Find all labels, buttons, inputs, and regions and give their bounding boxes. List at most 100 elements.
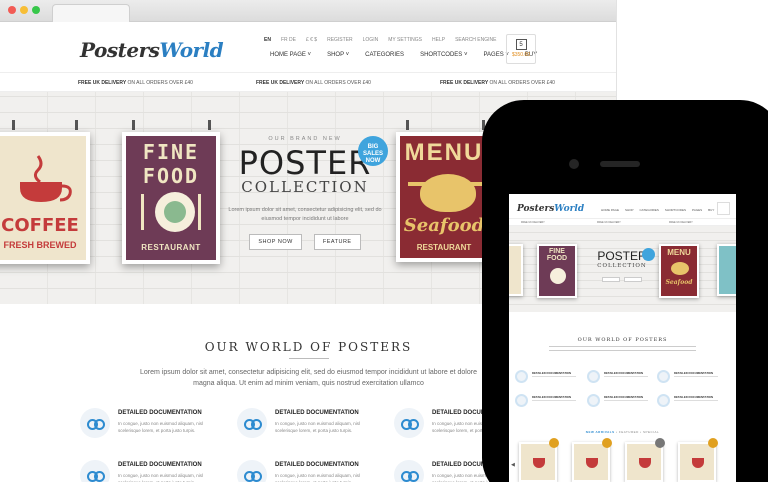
- knife-icon: [198, 194, 201, 230]
- feature-item: DETAILED DOCUMENTATION In congue, justo …: [80, 408, 230, 452]
- feature-item: DETAILED DOCUMENTATION In congue, justo …: [237, 408, 387, 452]
- mobile-feature-title[interactable]: DETAILED DOCUMENTATION: [532, 371, 571, 375]
- phone-screen: PostersWorld HOME PAGE SHOP CATEGORIES S…: [509, 194, 736, 482]
- infinity-icon: [657, 394, 670, 407]
- delivery-notice-3: FREE UK DELIVERY ON ALL ORDERS OVER £40: [440, 80, 555, 86]
- feature-title[interactable]: DETAILED DOCUMENTATION: [275, 410, 359, 416]
- mobile-product-card[interactable]: [625, 442, 663, 482]
- mobile-feature-item: DETAILED DOCUMENTATION: [587, 370, 657, 386]
- mobile-poster-coffee[interactable]: [509, 244, 523, 296]
- help-link[interactable]: HELP: [432, 37, 445, 43]
- delivery-notice-1: FREE UK DELIVERY ON ALL ORDERS OVER £40: [78, 80, 193, 86]
- my-settings-link[interactable]: MY SETTINGS: [388, 37, 422, 43]
- speaker-grille: [600, 161, 640, 167]
- sale-badge[interactable]: BIG SALES NOW: [358, 136, 388, 166]
- poster-clip-icon: [132, 120, 135, 130]
- site-logo[interactable]: PostersWorld: [80, 38, 224, 62]
- poster-coffee-title: COFFEE: [1, 215, 79, 236]
- mobile-hero-banner: FINE FOOD POSTER COLLECTION MENU Seafood: [509, 226, 736, 312]
- poster-food-title: FINE FOOD: [142, 140, 200, 188]
- poster-menu-subtitle: RESTAURANT: [416, 243, 472, 252]
- mobile-feature-title[interactable]: DETAILED DOCUMENTATION: [674, 371, 713, 375]
- mobile-feature-item: DETAILED DOCUMENTATION: [515, 394, 585, 410]
- mobile-navigation: HOME PAGE SHOP CATEGORIES SHORTCODES PAG…: [601, 208, 714, 212]
- mobile-poster-food-title: FINE FOOD: [546, 248, 568, 262]
- language-alternatives[interactable]: FR DE: [281, 37, 296, 43]
- minimize-window-icon[interactable]: [20, 6, 28, 14]
- coffee-cup-icon: [20, 155, 72, 202]
- mobile-cart-button[interactable]: [717, 202, 730, 215]
- mobile-feature-title[interactable]: DETAILED DOCUMENTATION: [674, 395, 713, 399]
- cart-button[interactable]: 5 $350.00: [506, 34, 536, 64]
- carousel-prev-arrow-icon[interactable]: ◀: [511, 462, 515, 468]
- close-window-icon[interactable]: [8, 6, 16, 14]
- crab-icon: [408, 174, 488, 212]
- mobile-poster-seafood-menu[interactable]: MENU Seafood: [659, 244, 699, 298]
- mobile-feature-title[interactable]: DETAILED DOCUMENTATION: [604, 371, 643, 375]
- poster-coffee-subtitle: FRESH BREWED: [3, 240, 77, 250]
- poster-seafood-menu[interactable]: MENU Seafood RESTAURANT: [396, 132, 492, 262]
- feature-item: DETAILED DOCUMENTATION In congue, justo …: [237, 460, 387, 482]
- feature-title[interactable]: DETAILED DOCUMENTATION: [118, 462, 202, 468]
- section-description: Lorem ipsum dolor sit amet, consectetur …: [140, 369, 477, 387]
- mobile-delivery-strip: FREE UK DELIVERY FREE UK DELIVERY FREE U…: [509, 218, 736, 226]
- infinity-icon: [515, 370, 528, 383]
- infinity-icon: [587, 394, 600, 407]
- currency-switcher[interactable]: £ € $: [306, 37, 317, 43]
- mobile-feature-line: [674, 376, 718, 377]
- feature-title[interactable]: DETAILED DOCUMENTATION: [118, 410, 202, 416]
- mobile-product-tabs[interactable]: NEW ARRIVALS • FEATURED • SPECIAL: [509, 430, 736, 434]
- mobile-logo[interactable]: PostersWorld: [517, 204, 584, 214]
- crab-icon: [671, 262, 689, 275]
- mobile-product-card[interactable]: [572, 442, 610, 482]
- mobile-shop-now-button[interactable]: [602, 277, 620, 282]
- infinity-icon: [515, 394, 528, 407]
- nav-item-shortcodes[interactable]: SHORTCODES ˅: [420, 52, 467, 58]
- mobile-product-card[interactable]: [678, 442, 716, 482]
- mobile-product-card[interactable]: [519, 442, 557, 482]
- poster-fine-food[interactable]: FINE FOOD RESTAURANT: [122, 132, 220, 264]
- maximize-window-icon[interactable]: [32, 6, 40, 14]
- mobile-product-price-badge: [655, 438, 665, 448]
- delivery-strip: FREE UK DELIVERY ON ALL ORDERS OVER £40 …: [0, 72, 616, 92]
- mobile-nav-categories[interactable]: CATEGORIES: [639, 208, 658, 212]
- nav-item-categories[interactable]: CATEGORIES: [365, 52, 404, 58]
- mobile-delivery-notice: FREE UK DELIVERY: [597, 221, 621, 224]
- browser-tab[interactable]: [52, 4, 130, 22]
- mobile-nav-home[interactable]: HOME PAGE: [601, 208, 619, 212]
- section-divider: [289, 358, 329, 359]
- mobile-nav-buy[interactable]: BUY: [708, 208, 714, 212]
- infinity-icon: [80, 460, 110, 482]
- nav-item-home[interactable]: HOME PAGE ˅: [270, 52, 311, 58]
- mobile-tab-others[interactable]: • FEATURED • SPECIAL: [615, 430, 660, 434]
- mobile-poster-partial[interactable]: [717, 244, 736, 296]
- hero-subheadline: COLLECTION: [241, 178, 369, 196]
- poster-coffee[interactable]: COFFEE FRESH BREWED: [0, 132, 90, 264]
- mobile-tab-new-arrivals[interactable]: NEW ARRIVALS: [586, 430, 615, 434]
- mobile-hero-subheadline: COLLECTION: [597, 263, 647, 269]
- mobile-nav-pages[interactable]: PAGES: [692, 208, 702, 212]
- mobile-feature-title[interactable]: DETAILED DOCUMENTATION: [532, 395, 571, 399]
- nav-item-shop[interactable]: SHOP ˅: [327, 52, 349, 58]
- mobile-poster-fine-food[interactable]: FINE FOOD: [537, 244, 577, 298]
- infinity-icon: [80, 408, 110, 438]
- mobile-feature-title[interactable]: DETAILED DOCUMENTATION: [604, 395, 643, 399]
- language-selected[interactable]: EN: [264, 37, 271, 43]
- browser-titlebar: [0, 0, 616, 22]
- mobile-nav-shortcodes[interactable]: SHORTCODES: [665, 208, 686, 212]
- feature-button[interactable]: FEATURE: [313, 234, 361, 250]
- poster-clip-icon: [12, 120, 15, 130]
- register-link[interactable]: REGISTER: [327, 37, 353, 43]
- mobile-feature-button[interactable]: [624, 277, 642, 282]
- shop-now-button[interactable]: SHOP NOW: [249, 234, 302, 250]
- mobile-nav-shop[interactable]: SHOP: [625, 208, 634, 212]
- search-engine-link[interactable]: SEARCH ENGINE: [455, 37, 496, 43]
- mobile-feature-line: [532, 376, 576, 377]
- mobile-feature-item: DETAILED DOCUMENTATION: [587, 394, 657, 410]
- cart-total: $350.00: [511, 52, 531, 58]
- feature-description: In congue, justo non euismod aliquam, ni…: [275, 473, 361, 482]
- mobile-sale-badge[interactable]: [642, 248, 655, 261]
- login-link[interactable]: LOGIN: [363, 37, 379, 43]
- feature-title[interactable]: DETAILED DOCUMENTATION: [275, 462, 359, 468]
- main-navigation: HOME PAGE ˅ SHOP ˅ CATEGORIES SHORTCODES…: [270, 52, 537, 58]
